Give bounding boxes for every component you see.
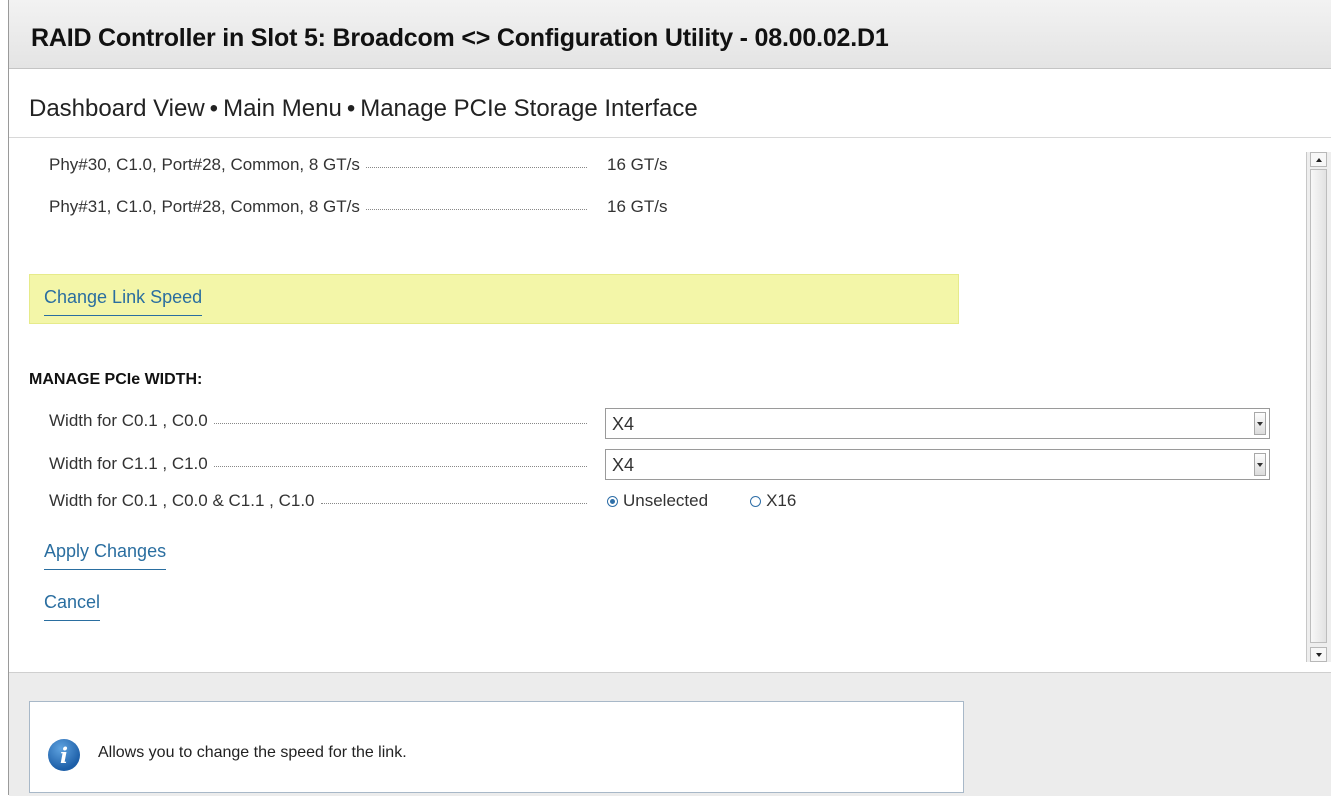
width-combined-label-row: Width for C0.1 , C0.0 & C1.1 , C1.0 [49, 489, 587, 513]
help-box: i Allows you to change the speed for the… [29, 701, 964, 793]
manage-pcie-width-heading: MANAGE PCIe WIDTH: [29, 371, 203, 388]
phy-31-speed-value: 16 GT/s [607, 197, 668, 216]
cancel-link[interactable]: Cancel [44, 592, 101, 621]
width-c1-selected-value: X4 [612, 455, 635, 475]
width-c0-selected-value: X4 [612, 414, 635, 434]
breadcrumb-dashboard-view[interactable]: Dashboard View [29, 95, 205, 122]
main-content: Phy#30, C1.0, Port#28, Common, 8 GT/s 16… [9, 138, 1306, 672]
scroll-down-arrow-icon[interactable] [1310, 647, 1327, 662]
dot-leader [320, 502, 587, 504]
width-c1-label-row: Width for C1.1 , C1.0 [49, 452, 587, 476]
window-title: RAID Controller in Slot 5: Broadcom <> C… [31, 24, 889, 52]
width-c0-label: Width for C0.1 , C0.0 [49, 411, 208, 430]
configuration-utility-window: RAID Controller in Slot 5: Broadcom <> C… [8, 0, 1331, 796]
scroll-up-arrow-icon[interactable] [1310, 152, 1327, 167]
dot-leader [213, 465, 587, 467]
dot-leader [365, 166, 587, 168]
radio-selected-icon[interactable] [607, 495, 618, 507]
vertical-scrollbar[interactable] [1306, 152, 1331, 662]
breadcrumb-separator: • [209, 95, 219, 122]
radio-x16-label: X16 [766, 491, 797, 510]
width-combined-label: Width for C0.1 , C0.0 & C1.1 , C1.0 [49, 491, 315, 510]
phy-30-label: Phy#30, C1.0, Port#28, Common, 8 GT/s [49, 155, 360, 174]
width-c1-label: Width for C1.1 , C1.0 [49, 454, 208, 473]
phy-30-speed-value: 16 GT/s [607, 155, 668, 174]
width-c0-label-row: Width for C0.1 , C0.0 [49, 409, 587, 433]
apply-changes-link[interactable]: Apply Changes [44, 541, 167, 570]
scrollbar-thumb[interactable] [1310, 169, 1327, 643]
width-c0-select[interactable]: X4 [605, 408, 1270, 439]
breadcrumb-main-menu[interactable]: Main Menu [223, 95, 342, 122]
dot-leader [213, 422, 587, 424]
radio-unselected[interactable]: Unselected [607, 491, 708, 511]
breadcrumb-current-page: Manage PCIe Storage Interface [360, 95, 698, 122]
radio-unselected-icon[interactable] [750, 495, 762, 507]
phy-30-label-row: Phy#30, C1.0, Port#28, Common, 8 GT/s [49, 153, 587, 177]
help-panel: i Allows you to change the speed for the… [9, 672, 1331, 796]
phy-31-label: Phy#31, C1.0, Port#28, Common, 8 GT/s [49, 197, 360, 216]
chevron-down-icon[interactable] [1254, 412, 1266, 435]
width-c1-select[interactable]: X4 [605, 449, 1270, 480]
help-text: Allows you to change the speed for the l… [98, 744, 407, 761]
width-combined-radio-group: Unselected X16 [607, 489, 796, 513]
breadcrumb-separator: • [346, 95, 356, 122]
radio-unselected-label: Unselected [623, 491, 709, 510]
title-bar: RAID Controller in Slot 5: Broadcom <> C… [9, 0, 1331, 69]
phy-31-label-row: Phy#31, C1.0, Port#28, Common, 8 GT/s [49, 195, 587, 219]
chevron-down-icon[interactable] [1254, 453, 1266, 476]
change-link-speed-link[interactable]: Change Link Speed [44, 287, 203, 316]
dot-leader [365, 208, 587, 210]
info-icon: i [48, 739, 80, 771]
breadcrumb: Dashboard View • Main Menu • Manage PCIe Sto… [29, 95, 698, 123]
radio-x16[interactable]: X16 [750, 491, 796, 511]
